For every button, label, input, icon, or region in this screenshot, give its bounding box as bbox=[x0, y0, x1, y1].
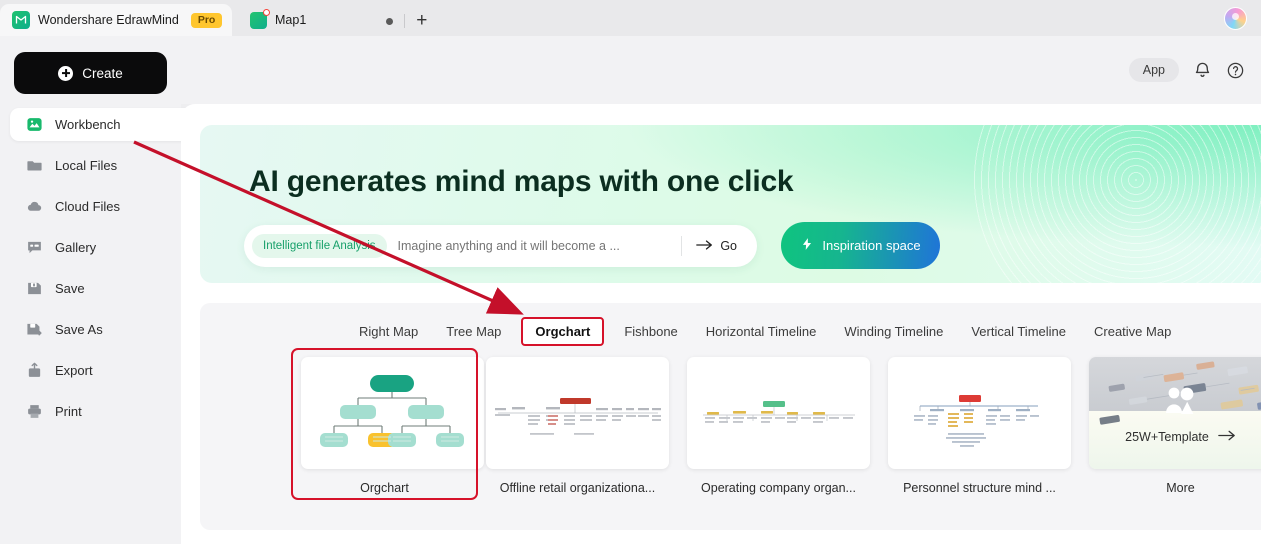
sidebar-item-print[interactable]: Print bbox=[0, 395, 181, 428]
sidebar-item-export[interactable]: Export bbox=[0, 354, 181, 387]
more-templates-count: 25W+Template bbox=[1125, 430, 1209, 444]
template-tab-fishbone[interactable]: Fishbone bbox=[610, 318, 691, 345]
save-icon bbox=[26, 280, 43, 297]
template-card-label: Orgchart bbox=[360, 481, 409, 495]
sidebar-item-label: Save As bbox=[55, 322, 103, 337]
recording-dot-icon[interactable] bbox=[386, 17, 394, 25]
banner-decoration bbox=[971, 125, 1261, 283]
template-panel: Right Map Tree Map Orgchart Fishbone Hor… bbox=[200, 303, 1261, 530]
template-tab-creative-map[interactable]: Creative Map bbox=[1080, 318, 1185, 345]
arrow-right-icon bbox=[1218, 430, 1236, 444]
sidebar-item-workbench[interactable]: Workbench bbox=[10, 108, 200, 141]
template-tab-right-map[interactable]: Right Map bbox=[345, 318, 432, 345]
go-button[interactable]: Go bbox=[682, 239, 751, 254]
divider bbox=[404, 14, 406, 28]
app-tab-title: Wondershare EdrawMind bbox=[38, 13, 179, 27]
user-avatar[interactable] bbox=[1224, 7, 1247, 30]
edrawmind-logo-icon bbox=[12, 11, 30, 29]
template-card-label: Offline retail organizationa... bbox=[499, 481, 656, 495]
sidebar-item-label: Workbench bbox=[55, 117, 121, 132]
export-icon bbox=[26, 362, 43, 379]
app-tab[interactable]: Wondershare EdrawMind Pro bbox=[0, 4, 232, 36]
sidebar-item-local-files[interactable]: Local Files bbox=[0, 149, 181, 182]
create-button-label: Create bbox=[82, 65, 123, 81]
sidebar-item-label: Export bbox=[55, 363, 93, 378]
template-tab-winding-timeline[interactable]: Winding Timeline bbox=[830, 318, 957, 345]
template-tab-orgchart[interactable]: Orgchart bbox=[521, 317, 605, 346]
banner-title: AI generates mind maps with one click bbox=[249, 165, 794, 198]
document-tab-title: Map1 bbox=[275, 13, 307, 27]
ai-prompt-input[interactable] bbox=[386, 239, 682, 253]
print-icon bbox=[26, 403, 43, 420]
save-as-icon bbox=[26, 321, 43, 338]
sidebar-item-label: Print bbox=[55, 404, 82, 419]
bell-icon[interactable] bbox=[1193, 61, 1212, 80]
sidebar-item-label: Cloud Files bbox=[55, 199, 121, 214]
sidebar-item-gallery[interactable]: Gallery bbox=[0, 231, 181, 264]
sidebar-item-save-as[interactable]: Save As bbox=[0, 313, 181, 346]
title-bar: Wondershare EdrawMind Pro Map1 + bbox=[0, 0, 1261, 36]
cloud-icon bbox=[26, 198, 43, 215]
app-window: Wondershare EdrawMind Pro Map1 + Create bbox=[0, 0, 1261, 544]
template-card-more[interactable]: 25W+Template More bbox=[1089, 357, 1261, 495]
create-button[interactable]: Create bbox=[14, 52, 167, 94]
inspiration-space-label: Inspiration space bbox=[822, 238, 921, 253]
more-templates-thumbnail: 25W+Template bbox=[1089, 357, 1261, 469]
unsaved-dot-icon bbox=[263, 8, 270, 16]
sidebar-item-label: Gallery bbox=[55, 240, 97, 255]
mindmap-file-icon bbox=[250, 8, 270, 29]
go-button-label: Go bbox=[720, 239, 737, 253]
template-card-operating-company[interactable]: Operating company organ... bbox=[687, 357, 870, 495]
plus-circle-icon bbox=[58, 65, 74, 81]
question-circle-icon[interactable] bbox=[1226, 61, 1245, 80]
folder-icon bbox=[26, 157, 43, 174]
template-tab-tree-map[interactable]: Tree Map bbox=[432, 318, 515, 345]
sidebar-item-cloud-files[interactable]: Cloud Files bbox=[0, 190, 181, 223]
sidebar-item-label: Local Files bbox=[55, 158, 118, 173]
intelligent-file-analysis-chip[interactable]: Intelligent file Analysis bbox=[252, 234, 387, 258]
ai-banner: AI generates mind maps with one click In… bbox=[200, 125, 1261, 283]
document-tab-map1[interactable]: Map1 bbox=[238, 4, 320, 36]
top-bar: App bbox=[181, 36, 1261, 104]
template-card-personnel-structure[interactable]: Personnel structure mind ... bbox=[888, 357, 1071, 495]
pro-badge: Pro bbox=[190, 12, 223, 28]
tabbar-controls: + bbox=[386, 11, 427, 36]
operating-company-diagram-thumbnail bbox=[687, 357, 870, 469]
workbench-icon bbox=[26, 116, 43, 133]
new-tab-button[interactable]: + bbox=[416, 11, 427, 30]
offline-retail-diagram-thumbnail bbox=[486, 357, 669, 469]
lightning-bolt-icon bbox=[800, 236, 814, 255]
arrow-right-icon bbox=[696, 239, 713, 254]
more-templates-overlay: 25W+Template bbox=[1089, 430, 1261, 444]
main-content: AI generates mind maps with one click In… bbox=[181, 104, 1261, 544]
template-card-label: More bbox=[1166, 481, 1195, 495]
sidebar-nav: Workbench Local Files Cloud Files Galler… bbox=[0, 108, 200, 428]
template-card-offline-retail[interactable]: Offline retail organizationa... bbox=[486, 357, 669, 495]
personnel-structure-diagram-thumbnail bbox=[888, 357, 1071, 469]
template-tab-horizontal-timeline[interactable]: Horizontal Timeline bbox=[692, 318, 831, 345]
template-card-label: Personnel structure mind ... bbox=[903, 481, 1056, 495]
template-type-tabs: Right Map Tree Map Orgchart Fishbone Hor… bbox=[200, 303, 1261, 346]
gallery-icon bbox=[26, 239, 43, 256]
template-tab-vertical-timeline[interactable]: Vertical Timeline bbox=[957, 318, 1080, 345]
template-card-label: Operating company organ... bbox=[701, 481, 856, 495]
sidebar-item-save[interactable]: Save bbox=[0, 272, 181, 305]
inspiration-space-button[interactable]: Inspiration space bbox=[781, 222, 940, 269]
template-card-orgchart[interactable]: Orgchart bbox=[291, 348, 484, 500]
sidebar-item-label: Save bbox=[55, 281, 85, 296]
app-button[interactable]: App bbox=[1128, 58, 1179, 82]
orgchart-diagram-thumbnail bbox=[301, 357, 484, 469]
ai-prompt-bar: Intelligent file Analysis Go bbox=[244, 225, 757, 267]
template-card-list: Orgchart Offline retail organizationa...… bbox=[200, 346, 1261, 500]
sidebar: Create Workbench Local Files Cloud Files bbox=[0, 36, 200, 544]
